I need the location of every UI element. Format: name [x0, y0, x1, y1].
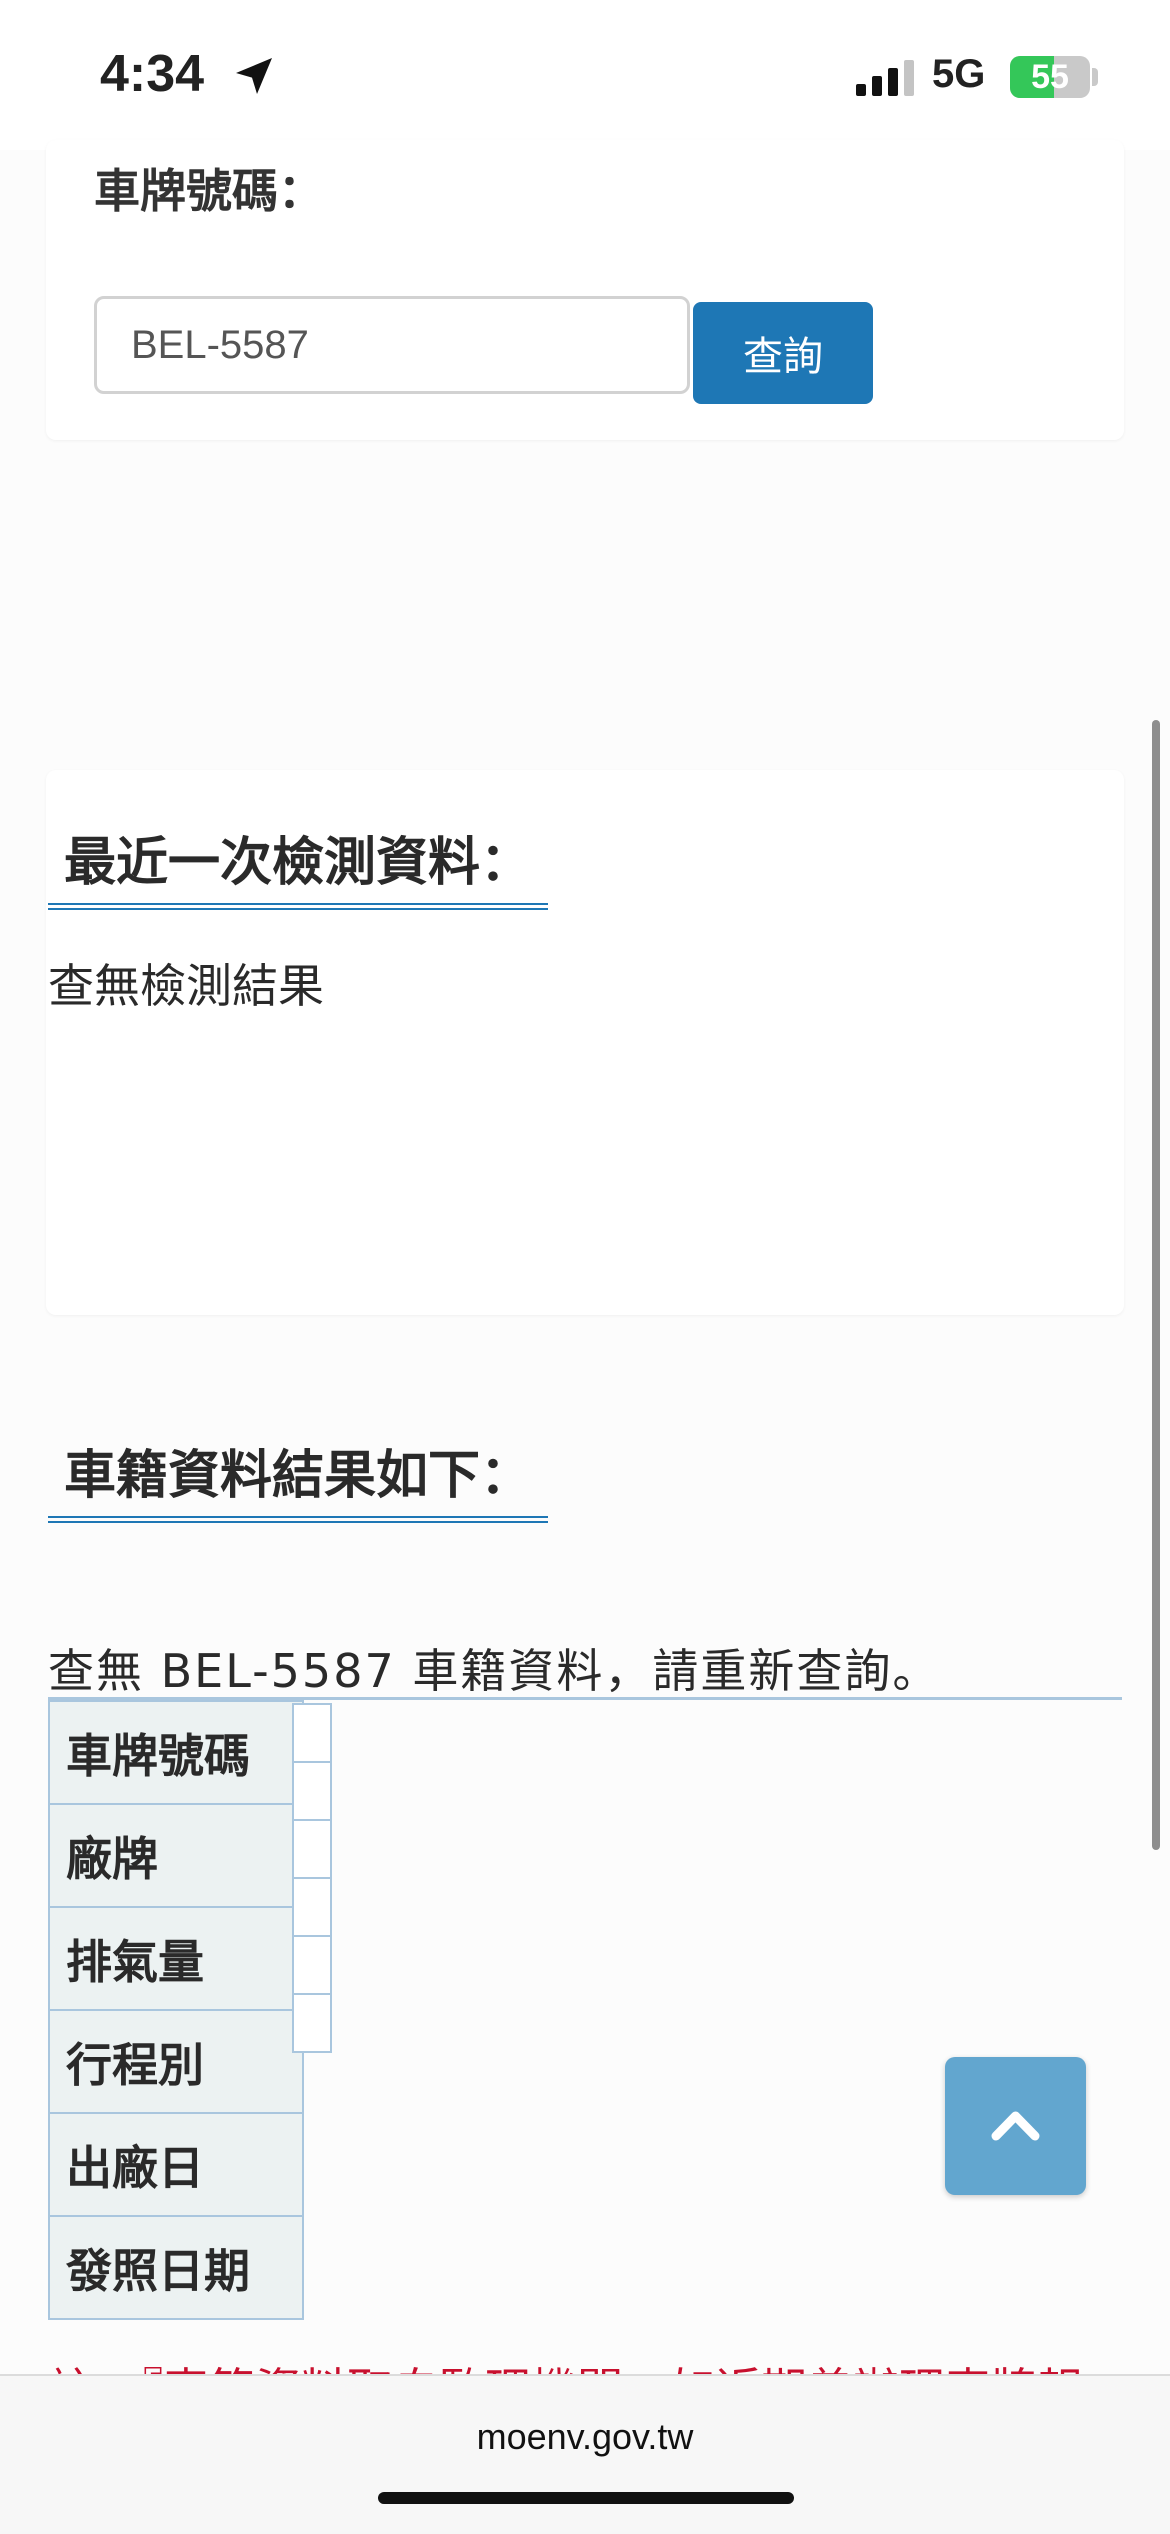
- url-domain[interactable]: moenv.gov.tw: [0, 2416, 1170, 2458]
- battery-percent: 55: [1031, 58, 1069, 96]
- status-time: 4:34: [100, 45, 205, 103]
- plate-number-input[interactable]: [94, 296, 690, 394]
- row-label: 廠牌: [48, 1803, 304, 1908]
- chevron-up-icon: [991, 2111, 1040, 2141]
- value-cell: [292, 1993, 332, 2053]
- table-row: 廠牌: [48, 1803, 304, 1908]
- table-row: 車牌號碼: [48, 1700, 304, 1805]
- no-registration-message: 查無 BEL-5587 車籍資料，請重新查詢。: [48, 1644, 941, 1698]
- value-cell: [292, 1877, 332, 1937]
- plate-number-label: 車牌號碼：: [94, 164, 324, 218]
- row-label: 行程別: [48, 2009, 304, 2114]
- status-bar: 4:34 5G 55: [0, 0, 1170, 150]
- location-arrow-icon: [236, 58, 272, 94]
- table-row: 發照日期: [48, 2215, 304, 2320]
- scrollbar[interactable]: [1152, 720, 1160, 1850]
- home-indicator[interactable]: [378, 2492, 794, 2504]
- no-inspection-result: 查無檢測結果: [48, 959, 324, 1013]
- table-row: 排氣量: [48, 1906, 304, 2011]
- back-to-top-button[interactable]: [945, 2057, 1086, 2195]
- row-label: 出廠日: [48, 2112, 304, 2217]
- value-cell: [292, 1819, 332, 1879]
- row-label: 車牌號碼: [48, 1700, 304, 1805]
- value-cell: [292, 1935, 332, 1995]
- table-row: 行程別: [48, 2009, 304, 2114]
- row-label: 發照日期: [48, 2215, 304, 2320]
- value-cell: [292, 1761, 332, 1821]
- registration-table: 車牌號碼 廠牌 排氣量 行程別 出廠日 發照日期: [48, 1700, 304, 2320]
- latest-inspection-title: 最近一次檢測資料：: [48, 820, 549, 910]
- cellular-signal-icon: [856, 60, 914, 96]
- browser-bottom-bar: moenv.gov.tw: [0, 2374, 1170, 2534]
- value-cell: [292, 1703, 332, 1763]
- table-row: 出廠日: [48, 2112, 304, 2217]
- registration-title: 車籍資料結果如下：: [48, 1433, 549, 1523]
- query-button[interactable]: 查詢: [693, 302, 873, 404]
- registration-values-table: [292, 1703, 332, 2053]
- row-label: 排氣量: [48, 1906, 304, 2011]
- battery-icon: 55: [1010, 56, 1090, 98]
- network-type: 5G: [932, 52, 986, 96]
- battery-tip: [1092, 68, 1098, 86]
